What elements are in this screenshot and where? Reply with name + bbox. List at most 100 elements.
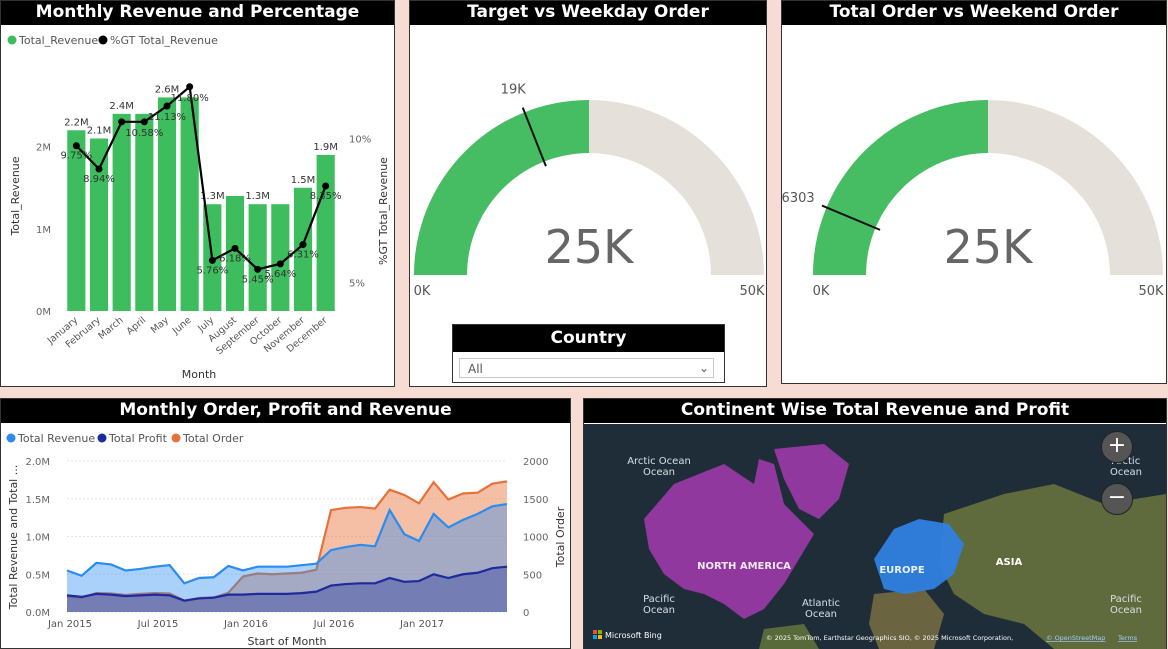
- dropdown-value: All: [468, 362, 483, 376]
- revenue-bar: [316, 154, 335, 311]
- y-axis-title: Total_Revenue: [9, 156, 22, 236]
- percent-data-label: 11.13%: [148, 112, 186, 123]
- revenue-bar: [112, 113, 131, 311]
- y-tick-label: 2.0M: [25, 457, 50, 468]
- x-tick-label: Jan 2017: [399, 619, 444, 630]
- chevron-down-icon[interactable]: ⌄: [699, 358, 709, 378]
- osm-link[interactable]: © OpenStreetMap: [1046, 634, 1105, 642]
- panel-title: Target vs Weekday Order: [410, 1, 766, 25]
- y-tick-label: 1.0M: [25, 533, 50, 544]
- legend-marker: [171, 433, 181, 443]
- total-weekend-panel: Total Order vs Weekend Order 6303 25K 0K 50…: [781, 0, 1167, 384]
- x-tick-label: Jan 2015: [47, 619, 92, 630]
- minus-icon: −: [1107, 485, 1127, 510]
- x-tick-label: Jul 2016: [313, 619, 355, 630]
- percent-data-label: 5.64%: [264, 269, 296, 280]
- y2-tick-label: 1500: [523, 495, 548, 506]
- percent-data-label: 10.58%: [125, 128, 163, 139]
- y-tick-label: 1.5M: [25, 495, 50, 506]
- percent-point: [231, 244, 239, 252]
- y2-tick-label: 5%: [349, 278, 365, 289]
- x-axis-title: Month: [182, 368, 217, 381]
- revenue-data-label: 1.5M: [291, 175, 316, 186]
- map-label-pacific-right: Pacific Ocean: [1110, 594, 1142, 616]
- x-axis-title: Start of Month: [248, 635, 327, 648]
- legend-marker: [6, 433, 16, 443]
- monthly-order-chart[interactable]: Total Revenue Total Profit Total Order 0.0M…: [1, 424, 570, 649]
- y2-tick-label: 0: [523, 608, 529, 619]
- country-dropdown[interactable]: All ⌄: [459, 358, 714, 378]
- percent-point: [163, 102, 171, 110]
- weekend-gauge[interactable]: 6303 25K 0K 50K: [782, 26, 1166, 326]
- weekday-gauge[interactable]: 19K 25K 0K 50K: [410, 26, 766, 326]
- revenue-data-label: 1.3M: [245, 191, 270, 202]
- terms-link[interactable]: Terms: [1117, 634, 1138, 642]
- gauge-min-label: 0K: [414, 284, 431, 299]
- y-tick-label: 2M: [36, 143, 51, 154]
- gauge-target-label: 6303: [782, 191, 815, 206]
- percent-data-label: 6.31%: [287, 250, 319, 261]
- slicer-title: Country: [453, 325, 724, 352]
- percent-point: [72, 142, 80, 150]
- y2-tick-label: 500: [523, 570, 542, 581]
- x-tick-label: April: [125, 315, 149, 337]
- monthly-revenue-panel: Monthly Revenue and Percentage Total_Rev…: [0, 0, 395, 387]
- percent-point: [299, 241, 307, 249]
- revenue-bar: [248, 204, 267, 311]
- percent-data-label: 8.35%: [310, 191, 342, 202]
- y2-tick-label: 2000: [523, 457, 548, 468]
- legend-label-revenue: Total_Revenue: [18, 34, 98, 47]
- gauge-value: 25K: [545, 220, 636, 274]
- panel-title: Continent Wise Total Revenue and Profit: [584, 399, 1166, 423]
- y2-axis-title: Total Order: [554, 506, 567, 568]
- percent-point: [140, 118, 148, 126]
- plus-icon: +: [1107, 433, 1127, 458]
- gauge-value: 25K: [944, 220, 1035, 274]
- x-tick-label: Jan 2016: [223, 619, 268, 630]
- legend-marker: [97, 433, 107, 443]
- gauge-target-label: 19K: [501, 83, 527, 98]
- map-label-pacific-left: Pacific Ocean: [643, 594, 675, 616]
- map-brand: Microsoft Bing: [605, 631, 662, 640]
- y-axis-title: Total Revenue and Total ...: [7, 465, 20, 610]
- revenue-bar: [135, 113, 154, 311]
- percent-point: [118, 118, 126, 126]
- y-tick-label: 0.5M: [25, 570, 50, 581]
- percent-data-label: 6.18%: [219, 253, 251, 264]
- revenue-data-label: 2.2M: [64, 117, 89, 128]
- zoom-in-button[interactable]: +: [1101, 431, 1133, 463]
- legend-label-percent: %GT Total_Revenue: [110, 34, 218, 47]
- panel-title: Monthly Order, Profit and Revenue: [1, 399, 570, 423]
- percent-point: [254, 265, 262, 273]
- world-map[interactable]: Arctic Ocean Ocean Arctic Ocean NORTH AMER…: [584, 424, 1166, 649]
- y2-axis-title: %GT Total_Revenue: [377, 157, 390, 265]
- y-tick-label: 0.0M: [25, 608, 50, 619]
- percent-point: [186, 83, 194, 91]
- percent-data-label: 8.94%: [83, 174, 115, 185]
- gauge-max-label: 50K: [1138, 284, 1164, 299]
- x-tick-label: Jul 2015: [137, 619, 179, 630]
- percent-data-label: 5.76%: [196, 265, 228, 276]
- legend-label: Total Revenue: [17, 432, 95, 445]
- x-tick-label: May: [149, 315, 171, 336]
- revenue-data-label: 2.4M: [109, 101, 134, 112]
- percent-point: [208, 256, 216, 264]
- country-slicer: Country All ⌄: [452, 324, 725, 383]
- revenue-data-label: 2.1M: [87, 126, 112, 137]
- monthly-revenue-chart[interactable]: Total_Revenue %GT Total_Revenue 0M 1M 2M 5% 10…: [1, 26, 394, 386]
- map-attribution: © 2025 TomTom, Earthstar Geographics SIO…: [766, 634, 1013, 642]
- legend-label: Total Order: [182, 432, 244, 445]
- gauge-min-label: 0K: [813, 284, 830, 299]
- y-tick-label: 0M: [36, 307, 51, 318]
- continent-map-panel: Continent Wise Total Revenue and Profit …: [583, 398, 1167, 649]
- legend-label: Total Profit: [108, 432, 168, 445]
- revenue-bar: [89, 138, 109, 311]
- y2-tick-label: 1000: [523, 533, 548, 544]
- map-label-north-america: NORTH AMERICA: [697, 561, 791, 572]
- gauge-max-label: 50K: [739, 284, 765, 299]
- legend-marker-percent: [98, 35, 108, 45]
- revenue-data-label: 1.9M: [313, 142, 338, 153]
- y-tick-label: 1M: [36, 225, 51, 236]
- zoom-out-button[interactable]: −: [1101, 483, 1133, 515]
- x-tick-label: June: [170, 315, 194, 337]
